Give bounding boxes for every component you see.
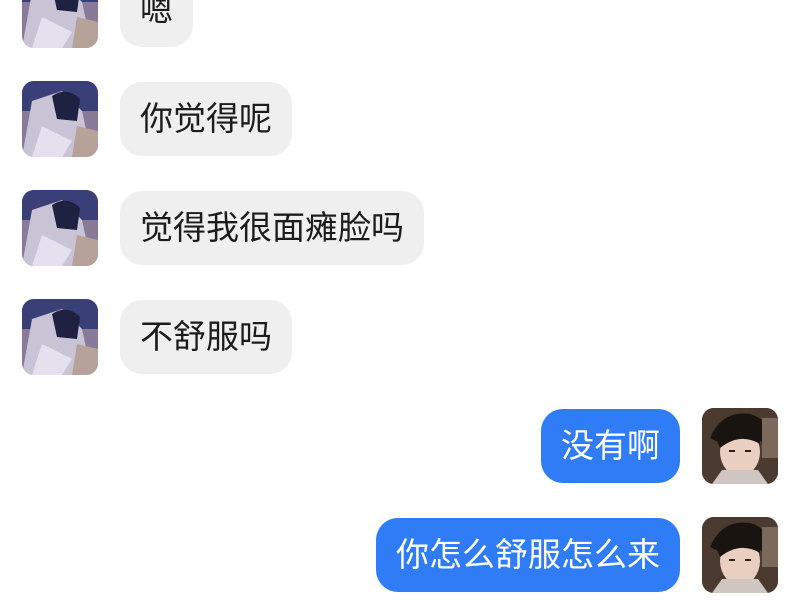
user-avatar[interactable] — [702, 517, 778, 593]
contact-avatar[interactable] — [22, 299, 98, 375]
incoming-message-bubble[interactable]: 不舒服吗 — [120, 300, 292, 374]
contact-avatar[interactable] — [22, 81, 98, 157]
incoming-message-bubble[interactable]: 觉得我很面瘫脸吗 — [120, 191, 424, 265]
outgoing-message-row: 没有啊 — [0, 408, 800, 488]
user-avatar[interactable] — [702, 408, 778, 484]
incoming-message-bubble[interactable]: 你觉得呢 — [120, 82, 292, 156]
incoming-message-row: 嗯 — [0, 0, 800, 52]
outgoing-message-row: 你怎么舒服怎么来 — [0, 517, 800, 597]
outgoing-message-bubble[interactable]: 没有啊 — [541, 409, 680, 483]
incoming-message-row: 不舒服吗 — [0, 299, 800, 379]
incoming-message-bubble[interactable]: 嗯 — [120, 0, 193, 47]
incoming-message-row: 觉得我很面瘫脸吗 — [0, 190, 800, 270]
incoming-message-row: 你觉得呢 — [0, 81, 800, 161]
contact-avatar[interactable] — [22, 190, 98, 266]
contact-avatar[interactable] — [22, 0, 98, 48]
outgoing-message-bubble[interactable]: 你怎么舒服怎么来 — [376, 518, 680, 592]
chat-conversation: 嗯 你觉得呢 觉得我很面瘫脸吗 不舒服吗 没有啊 你怎么舒服怎么来 — [0, 0, 800, 600]
